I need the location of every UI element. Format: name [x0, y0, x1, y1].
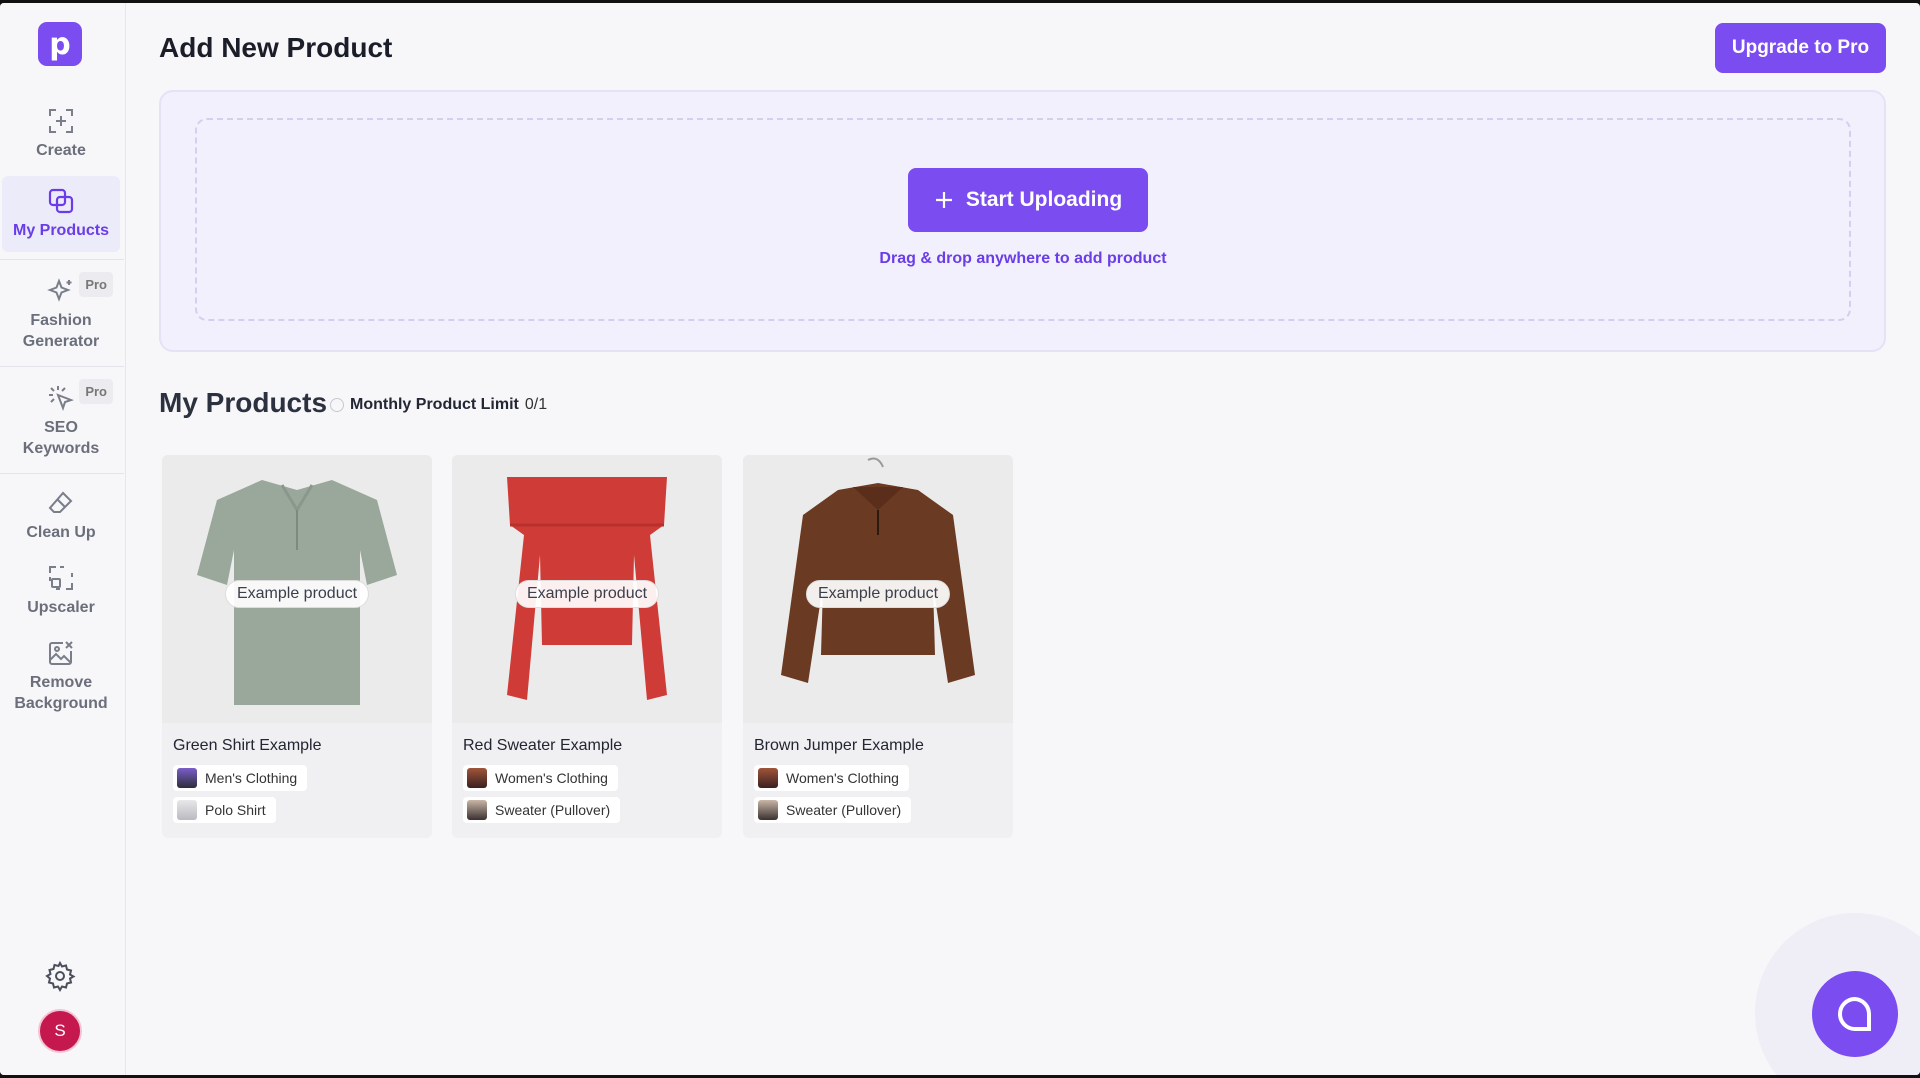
sidebar-item-seo-keywords[interactable]: Pro SEO Keywords — [2, 373, 120, 471]
pro-badge: Pro — [79, 272, 113, 297]
divider — [0, 259, 124, 260]
sidebar-item-label: Remove Background — [14, 674, 108, 712]
product-name: Green Shirt Example — [173, 737, 322, 754]
sparkle-icon — [46, 276, 76, 306]
sidebar-item-label: SEO Keywords — [22, 419, 100, 457]
sidebar-item-label: My Products — [12, 222, 109, 239]
eraser-icon — [46, 488, 76, 518]
page-title: Add New Product — [159, 32, 393, 63]
sidebar-item-remove-background[interactable]: Remove Background — [2, 638, 120, 718]
chip-label: Men's Clothing — [205, 770, 298, 786]
type-thumbnail — [467, 800, 487, 820]
product-name: Brown Jumper Example — [754, 737, 924, 754]
drag-drop-hint: Drag & drop anywhere to add product — [879, 250, 1167, 267]
example-badge: Example product — [805, 580, 951, 608]
type-chip: Polo Shirt — [173, 797, 276, 823]
type-chip: Sweater (Pullover) — [754, 797, 912, 823]
start-uploading-button[interactable]: Start Uploading — [908, 168, 1148, 232]
create-icon — [46, 106, 76, 136]
chat-bubble-icon — [1838, 996, 1872, 1031]
divider — [0, 366, 124, 367]
chip-label: Sweater (Pullover) — [786, 802, 902, 818]
upload-panel: Start Uploading Drag & drop anywhere to … — [159, 90, 1886, 352]
app-window: p Create My Products Pro Fashion Generat… — [0, 3, 1920, 1075]
sidebar-item-label: Upscaler — [27, 599, 95, 616]
sidebar-item-my-products[interactable]: My Products — [2, 176, 120, 252]
category-thumbnail — [467, 768, 487, 788]
category-chip: Women's Clothing — [754, 765, 909, 791]
chip-label: Sweater (Pullover) — [495, 802, 611, 818]
product-card[interactable]: Example product Red Sweater Example Wome… — [452, 455, 722, 838]
products-icon — [46, 186, 76, 216]
info-icon[interactable] — [330, 398, 344, 412]
product-limit: Monthly Product Limit 0/1 — [330, 396, 547, 414]
chat-button[interactable] — [1812, 971, 1898, 1057]
type-thumbnail — [177, 800, 197, 820]
chip-label: Polo Shirt — [205, 802, 266, 818]
upscale-icon — [46, 563, 76, 593]
sidebar-item-label: Fashion Generator — [22, 312, 100, 350]
gear-icon[interactable] — [44, 960, 76, 993]
sidebar-item-label: Create — [36, 142, 86, 159]
sidebar-item-fashion-generator[interactable]: Pro Fashion Generator — [2, 266, 120, 362]
app-logo[interactable]: p — [38, 22, 82, 66]
type-thumbnail — [758, 800, 778, 820]
category-chip: Men's Clothing — [173, 765, 308, 791]
remove-bg-icon — [46, 638, 76, 668]
example-badge: Example product — [514, 580, 660, 608]
sidebar-item-upscaler[interactable]: Upscaler — [2, 563, 120, 623]
product-name: Red Sweater Example — [463, 737, 623, 754]
plus-icon — [935, 192, 952, 208]
cursor-icon — [46, 383, 76, 413]
sidebar-item-clean-up[interactable]: Clean Up — [2, 488, 120, 548]
example-badge: Example product — [224, 580, 370, 608]
avatar[interactable]: S — [38, 1009, 82, 1053]
limit-label: Monthly Product Limit — [350, 396, 519, 413]
chip-label: Women's Clothing — [495, 770, 608, 786]
divider — [0, 473, 124, 474]
start-uploading-label: Start Uploading — [965, 188, 1123, 211]
sidebar-item-label: Clean Up — [26, 524, 96, 541]
limit-value: 0/1 — [524, 396, 548, 413]
section-title: My Products — [159, 387, 328, 418]
category-chip: Women's Clothing — [463, 765, 618, 791]
product-card[interactable]: Example product Green Shirt Example Men'… — [162, 455, 432, 838]
chip-label: Women's Clothing — [786, 770, 899, 786]
type-chip: Sweater (Pullover) — [463, 797, 621, 823]
upgrade-button[interactable]: Upgrade to Pro — [1715, 23, 1886, 73]
sidebar-item-create[interactable]: Create — [2, 106, 120, 168]
pro-badge: Pro — [79, 379, 113, 404]
sidebar: p Create My Products Pro Fashion Generat… — [0, 3, 126, 1075]
category-thumbnail — [177, 768, 197, 788]
category-thumbnail — [758, 768, 778, 788]
product-card[interactable]: Example product Brown Jumper Example Wom… — [743, 455, 1013, 838]
dropzone[interactable]: Start Uploading Drag & drop anywhere to … — [195, 118, 1851, 321]
